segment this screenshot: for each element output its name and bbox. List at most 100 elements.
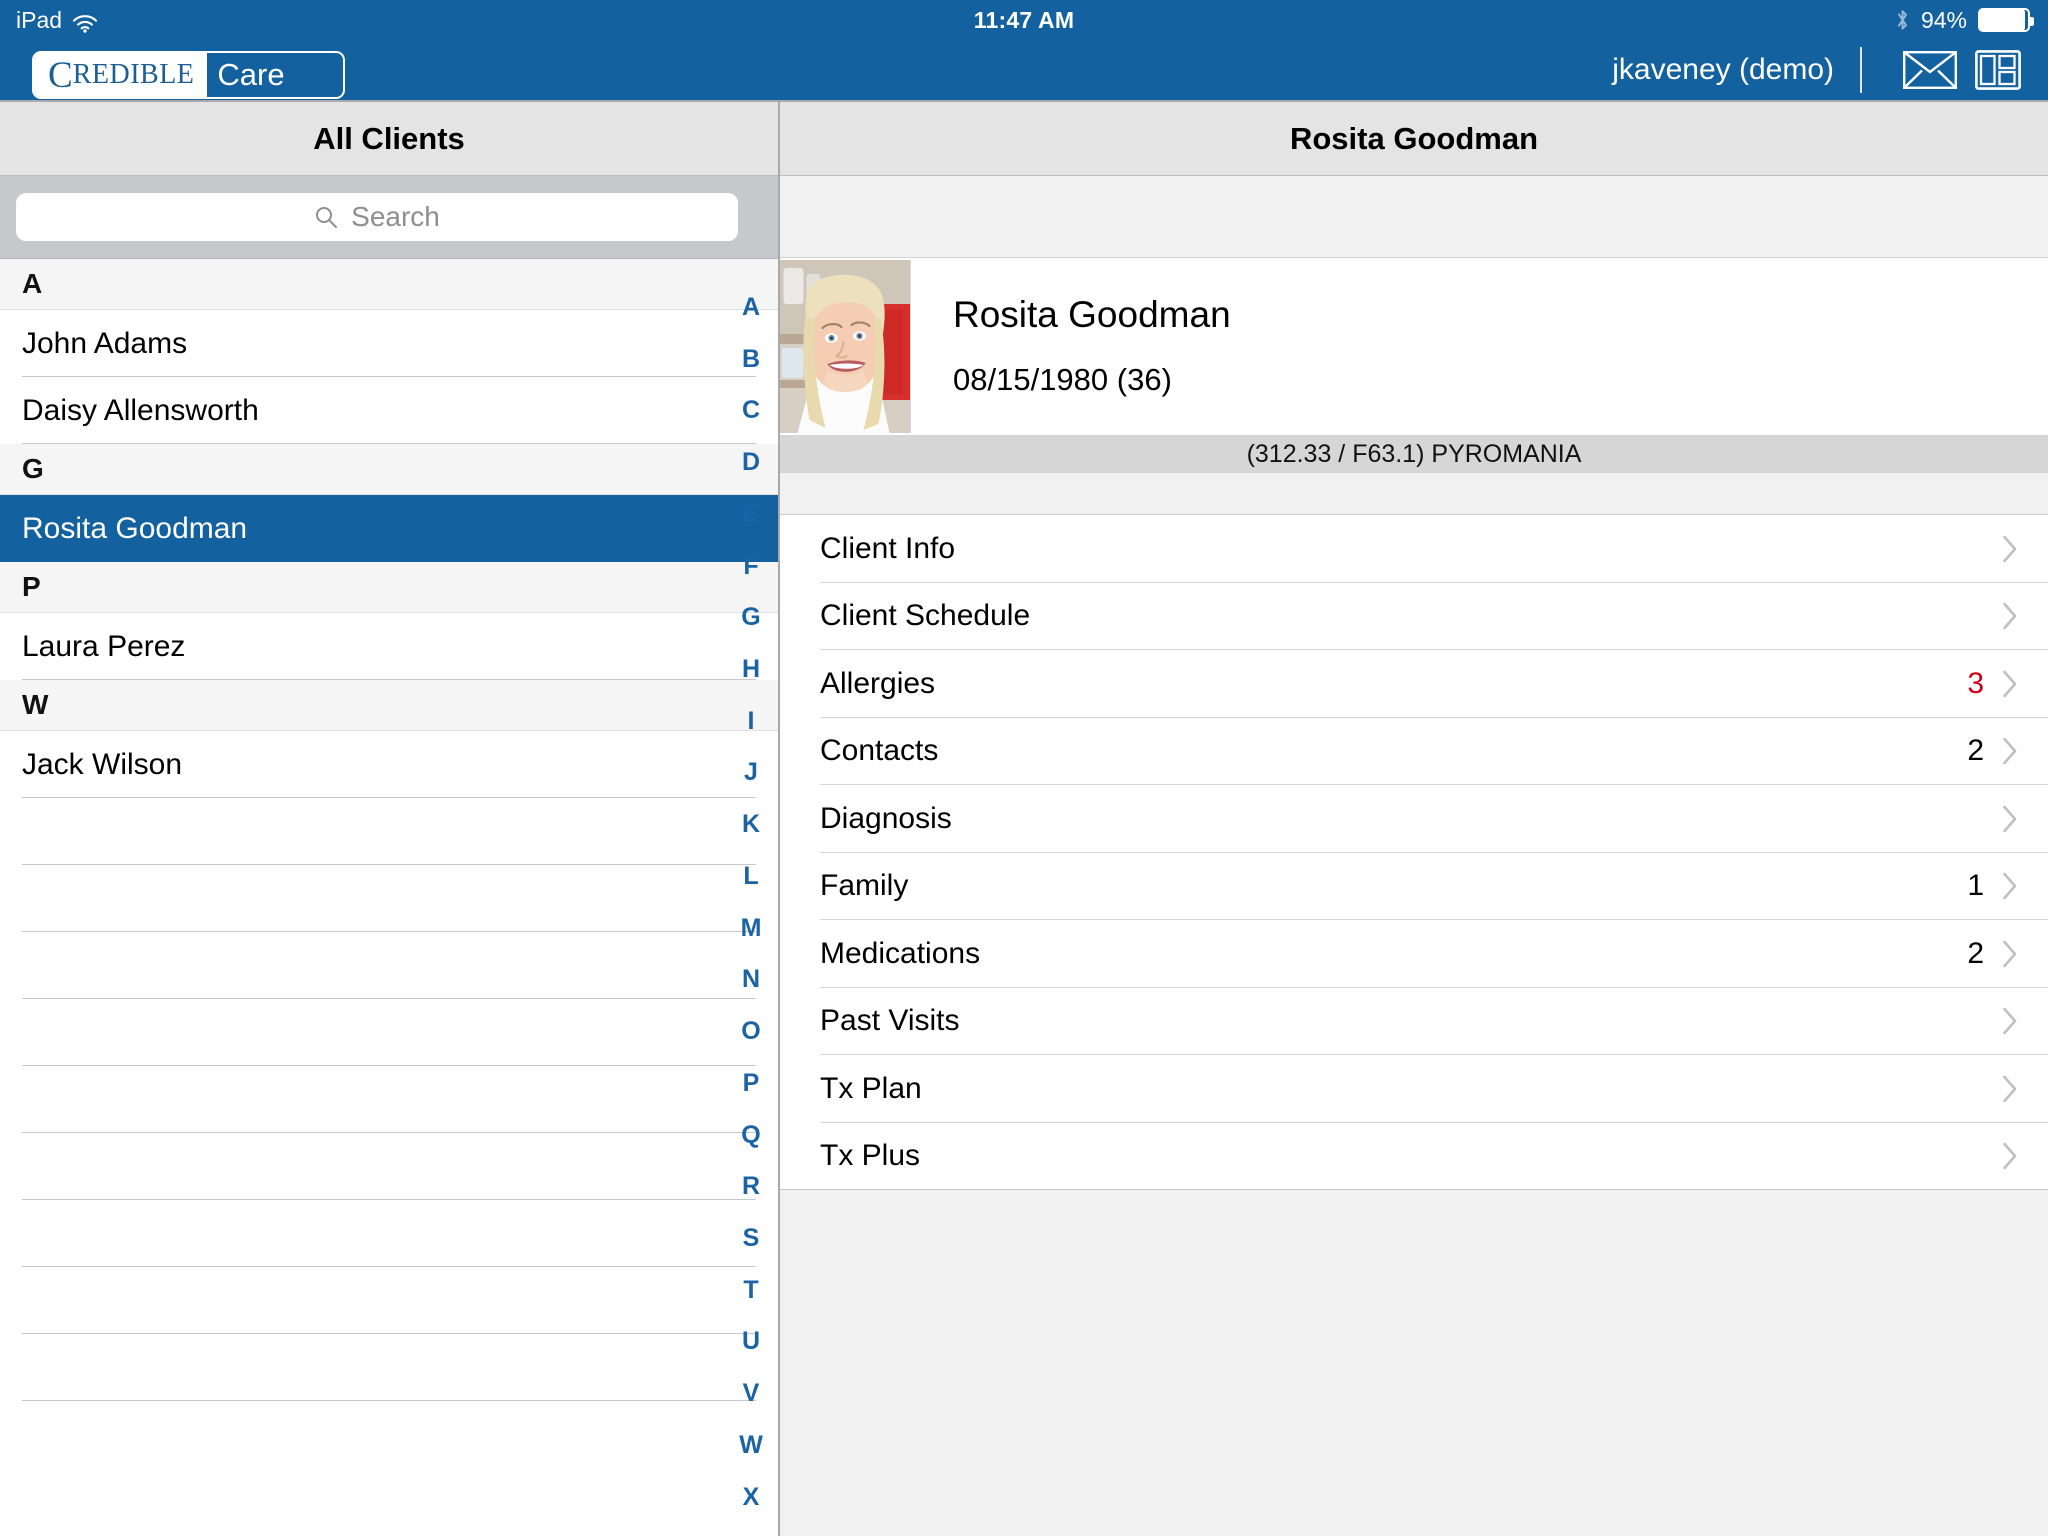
detail-menu-row[interactable]: Diagnosis (780, 785, 2048, 853)
detail-menu-count-badge: 1 (1967, 869, 1984, 903)
chevron-right-icon (2002, 535, 2018, 563)
detail-menu-label: Tx Plus (820, 1139, 921, 1173)
logo-credible: C REDIBLE (34, 53, 208, 97)
battery-percent-label: 94% (1920, 6, 1967, 33)
alphabet-index-letter[interactable]: P (743, 1070, 760, 1096)
chevron-right-icon (2002, 1075, 2018, 1103)
client-list-empty-row (0, 999, 778, 1066)
client-list-empty-row (0, 1133, 778, 1200)
client-photo (780, 260, 911, 433)
alphabet-index-letter[interactable]: O (741, 1019, 760, 1044)
client-list-item[interactable]: Laura Perez (0, 613, 778, 680)
alphabet-index-letter[interactable]: S (743, 1225, 760, 1251)
detail-menu-label: Medications (820, 936, 981, 970)
search-placeholder: Search (351, 201, 440, 232)
alphabet-index-letter[interactable]: C (742, 398, 760, 423)
chevron-right-icon (2002, 1007, 2018, 1035)
client-section-header: W (0, 680, 778, 731)
client-list-item[interactable]: Daisy Allensworth (0, 377, 778, 444)
alphabet-index-letter[interactable]: R (742, 1174, 760, 1199)
alphabet-index[interactable]: ABCDEFGHIJKLMNOPQRSTUVWXYZ (728, 287, 774, 1536)
clients-pane: All Clients Search A John Adams Daisy Alle… (0, 102, 778, 1536)
alphabet-index-letter[interactable]: A (742, 295, 760, 320)
detail-menu-label: Client Schedule (820, 599, 1031, 633)
alphabet-index-letter[interactable]: N (742, 967, 760, 992)
alphabet-index-letter[interactable]: I (748, 708, 755, 734)
logo-credible-capital: C (48, 54, 73, 96)
alphabet-index-letter[interactable]: F (743, 553, 758, 579)
status-bar-clock: 11:47 AM (973, 6, 1075, 33)
detail-menu-label: Allergies (820, 666, 936, 700)
detail-menu-row[interactable]: Allergies 3 (780, 650, 2048, 718)
client-list-empty-row (0, 865, 778, 932)
detail-menu-count-badge: 3 (1967, 666, 1984, 700)
credible-care-logo: C REDIBLE Care (32, 51, 345, 99)
detail-menu-label: Family (820, 869, 909, 903)
chevron-right-icon (2002, 940, 2018, 968)
envelope-icon[interactable] (1902, 47, 1958, 93)
alphabet-index-letter[interactable]: G (741, 605, 760, 630)
alphabet-index-letter[interactable]: Q (741, 1122, 760, 1148)
alphabet-index-letter[interactable]: H (742, 657, 760, 682)
client-summary-card[interactable]: Rosita Goodman 08/15/1980 (36) (780, 258, 2048, 435)
alphabet-index-letter[interactable]: J (744, 760, 758, 785)
detail-top-spacer (780, 176, 2048, 258)
detail-menu-count-badge: 2 (1967, 936, 1984, 970)
diagnosis-banner: (312.33 / F63.1) PYROMANIA (780, 435, 2048, 473)
detail-menu-row[interactable]: Client Schedule (780, 582, 2048, 650)
client-detail-menu[interactable]: Client Info Client Schedule Allergies 3 Cont… (780, 515, 2048, 1190)
status-bar-right: 94% (1895, 6, 2034, 34)
detail-menu-row[interactable]: Tx Plus (780, 1122, 2048, 1190)
alphabet-index-letter[interactable]: V (743, 1381, 760, 1406)
chevron-right-icon (2002, 602, 2018, 630)
detail-menu-label: Tx Plan (820, 1071, 922, 1105)
alphabet-index-letter[interactable]: X (743, 1484, 760, 1510)
client-list-item[interactable]: John Adams (0, 310, 778, 377)
search-bar-container: Search (0, 176, 778, 259)
detail-menu-spacer (780, 473, 2048, 515)
alphabet-index-letter[interactable]: U (742, 1329, 760, 1354)
detail-bottom-filler (780, 1190, 2048, 1310)
alphabet-index-letter[interactable]: K (742, 812, 760, 837)
client-list-empty-row (0, 1066, 778, 1133)
detail-menu-row[interactable]: Family 1 (780, 852, 2048, 920)
detail-menu-row[interactable]: Contacts 2 (780, 717, 2048, 785)
alphabet-index-letter[interactable]: B (742, 346, 760, 372)
alphabet-index-letter[interactable]: L (743, 863, 758, 889)
alphabet-index-letter[interactable]: D (742, 450, 760, 475)
client-section-header: P (0, 562, 778, 613)
detail-menu-label: Past Visits (820, 1004, 960, 1038)
detail-menu-row[interactable]: Client Info (780, 515, 2048, 583)
logo-care: Care (217, 57, 285, 92)
client-list-item[interactable]: Jack Wilson (0, 731, 778, 798)
search-input[interactable]: Search (16, 193, 738, 241)
client-list-empty-row (0, 798, 778, 865)
client-detail-pane: Rosita Goodman Rosita Goodman 08/15/1980… (780, 102, 2048, 1536)
client-list-empty-row (0, 1200, 778, 1267)
clients-pane-title: All Clients (0, 102, 778, 176)
alphabet-index-letter[interactable]: T (743, 1277, 758, 1303)
detail-menu-row[interactable]: Past Visits (780, 987, 2048, 1055)
chevron-right-icon (2002, 737, 2018, 765)
client-list-empty-row (0, 1334, 778, 1401)
chevron-right-icon (2002, 670, 2018, 698)
client-dob: 08/15/1980 (36) (953, 362, 1172, 397)
chevron-right-icon (2002, 1142, 2018, 1170)
client-list-item[interactable]: Rosita Goodman (0, 495, 778, 562)
client-summary-text: Rosita Goodman 08/15/1980 (36) (911, 258, 2048, 435)
client-list-empty-row (0, 1267, 778, 1334)
detail-menu-row[interactable]: Medications 2 (780, 920, 2048, 988)
client-name: Rosita Goodman (953, 294, 1231, 335)
client-list[interactable]: A John Adams Daisy Allensworth G Rosita Good… (0, 259, 778, 1533)
current-user-label[interactable]: jkaveney (demo) (1612, 53, 1834, 87)
chevron-right-icon (2002, 805, 2018, 833)
detail-menu-label: Client Info (820, 531, 956, 565)
alphabet-index-letter[interactable]: W (739, 1432, 763, 1458)
logo-credible-rest: REDIBLE (72, 59, 195, 90)
alphabet-index-letter[interactable]: M (741, 915, 762, 941)
split-view-icon[interactable] (1970, 47, 2026, 93)
alphabet-index-letter[interactable]: E (743, 501, 760, 527)
app-header-actions: jkaveney (demo) (1612, 40, 2026, 100)
detail-menu-row[interactable]: Tx Plan (780, 1055, 2048, 1123)
detail-menu-label: Diagnosis (820, 801, 952, 835)
